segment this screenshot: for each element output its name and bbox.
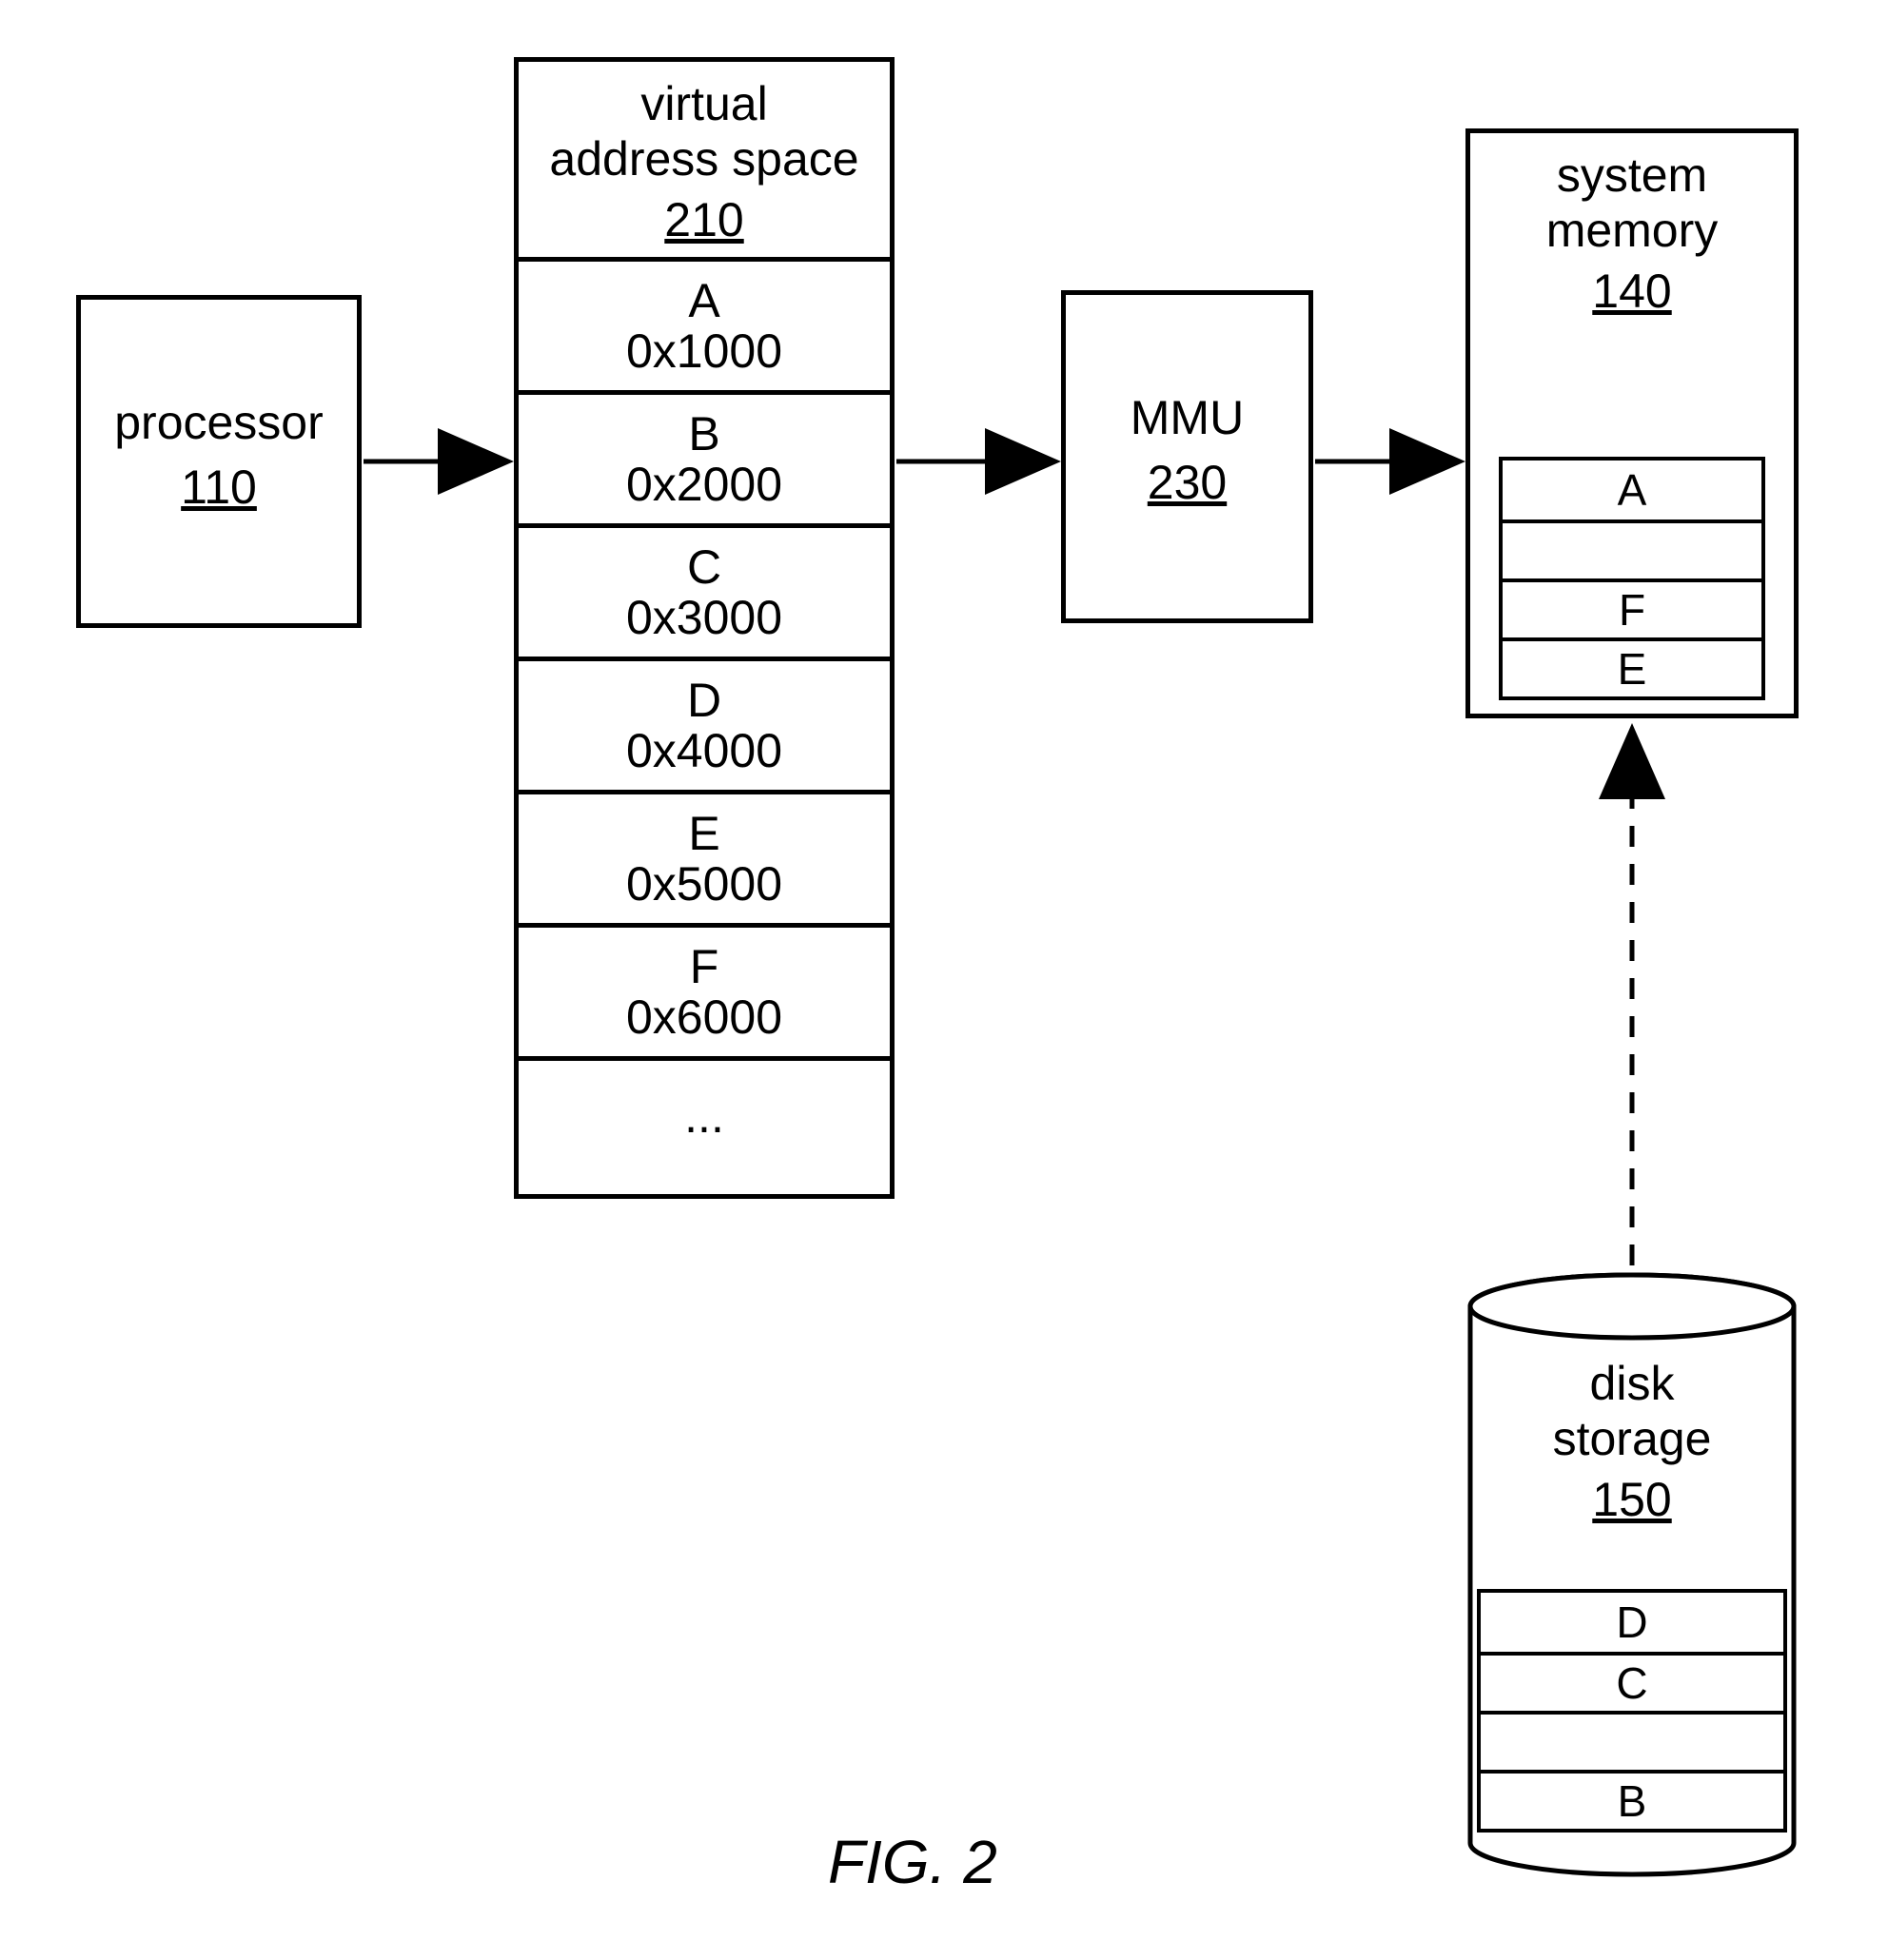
disk-title-line1: disk	[1465, 1356, 1799, 1411]
sysmem-title-line1: system	[1480, 147, 1784, 203]
virtual-address-space-box: virtual address space 210 A 0x1000 B 0x2…	[514, 57, 895, 1199]
disk-row-0: D	[1481, 1593, 1783, 1652]
disk-table: D C B	[1477, 1589, 1787, 1833]
sysmem-row-2: F	[1503, 578, 1761, 637]
sysmem-row-0: A	[1503, 461, 1761, 519]
vas-entry-f-name: F	[690, 942, 719, 992]
vas-entry-e: E 0x5000	[519, 790, 890, 923]
vas-entry-ellipsis: ...	[519, 1056, 890, 1172]
vas-number: 210	[528, 192, 880, 247]
vas-entry-c: C 0x3000	[519, 523, 890, 657]
processor-title: processor	[81, 395, 357, 450]
sysmem-row-3: E	[1503, 637, 1761, 696]
disk-row-2	[1481, 1711, 1783, 1770]
sysmem-row-1	[1503, 519, 1761, 578]
disk-number: 150	[1465, 1472, 1799, 1527]
vas-entry-d-addr: 0x4000	[626, 726, 782, 776]
vas-entry-e-name: E	[688, 809, 719, 859]
vas-title-line2: address space	[528, 131, 880, 186]
vas-ellipsis-text: ...	[684, 1091, 724, 1142]
processor-box: processor 110	[76, 295, 362, 628]
vas-entry-a-addr: 0x1000	[626, 326, 782, 377]
vas-entry-c-name: C	[687, 542, 721, 593]
sysmem-number: 140	[1480, 264, 1784, 319]
vas-entry-d: D 0x4000	[519, 657, 890, 790]
mmu-title: MMU	[1066, 390, 1308, 445]
vas-entry-b: B 0x2000	[519, 390, 890, 523]
mmu-box: MMU 230	[1061, 290, 1313, 623]
vas-title-line1: virtual	[528, 76, 880, 131]
figure-label: FIG. 2	[828, 1827, 997, 1897]
sysmem-table: A F E	[1499, 457, 1765, 700]
vas-entry-e-addr: 0x5000	[626, 859, 782, 910]
vas-entry-a-name: A	[688, 276, 719, 326]
mmu-number: 230	[1066, 455, 1308, 510]
processor-number: 110	[81, 460, 357, 515]
vas-entry-c-addr: 0x3000	[626, 593, 782, 643]
vas-entry-f-addr: 0x6000	[626, 992, 782, 1043]
vas-entry-f: F 0x6000	[519, 923, 890, 1056]
vas-entry-d-name: D	[687, 676, 721, 726]
vas-entry-a: A 0x1000	[519, 257, 890, 390]
vas-entry-b-addr: 0x2000	[626, 460, 782, 510]
disk-row-1: C	[1481, 1652, 1783, 1711]
disk-title-line2: storage	[1465, 1411, 1799, 1466]
vas-entry-b-name: B	[688, 409, 719, 460]
disk-storage-cylinder: disk storage 150 D C B	[1465, 1270, 1799, 1879]
disk-row-3: B	[1481, 1770, 1783, 1829]
system-memory-box: system memory 140 A F E	[1465, 128, 1799, 718]
sysmem-title-line2: memory	[1480, 203, 1784, 258]
